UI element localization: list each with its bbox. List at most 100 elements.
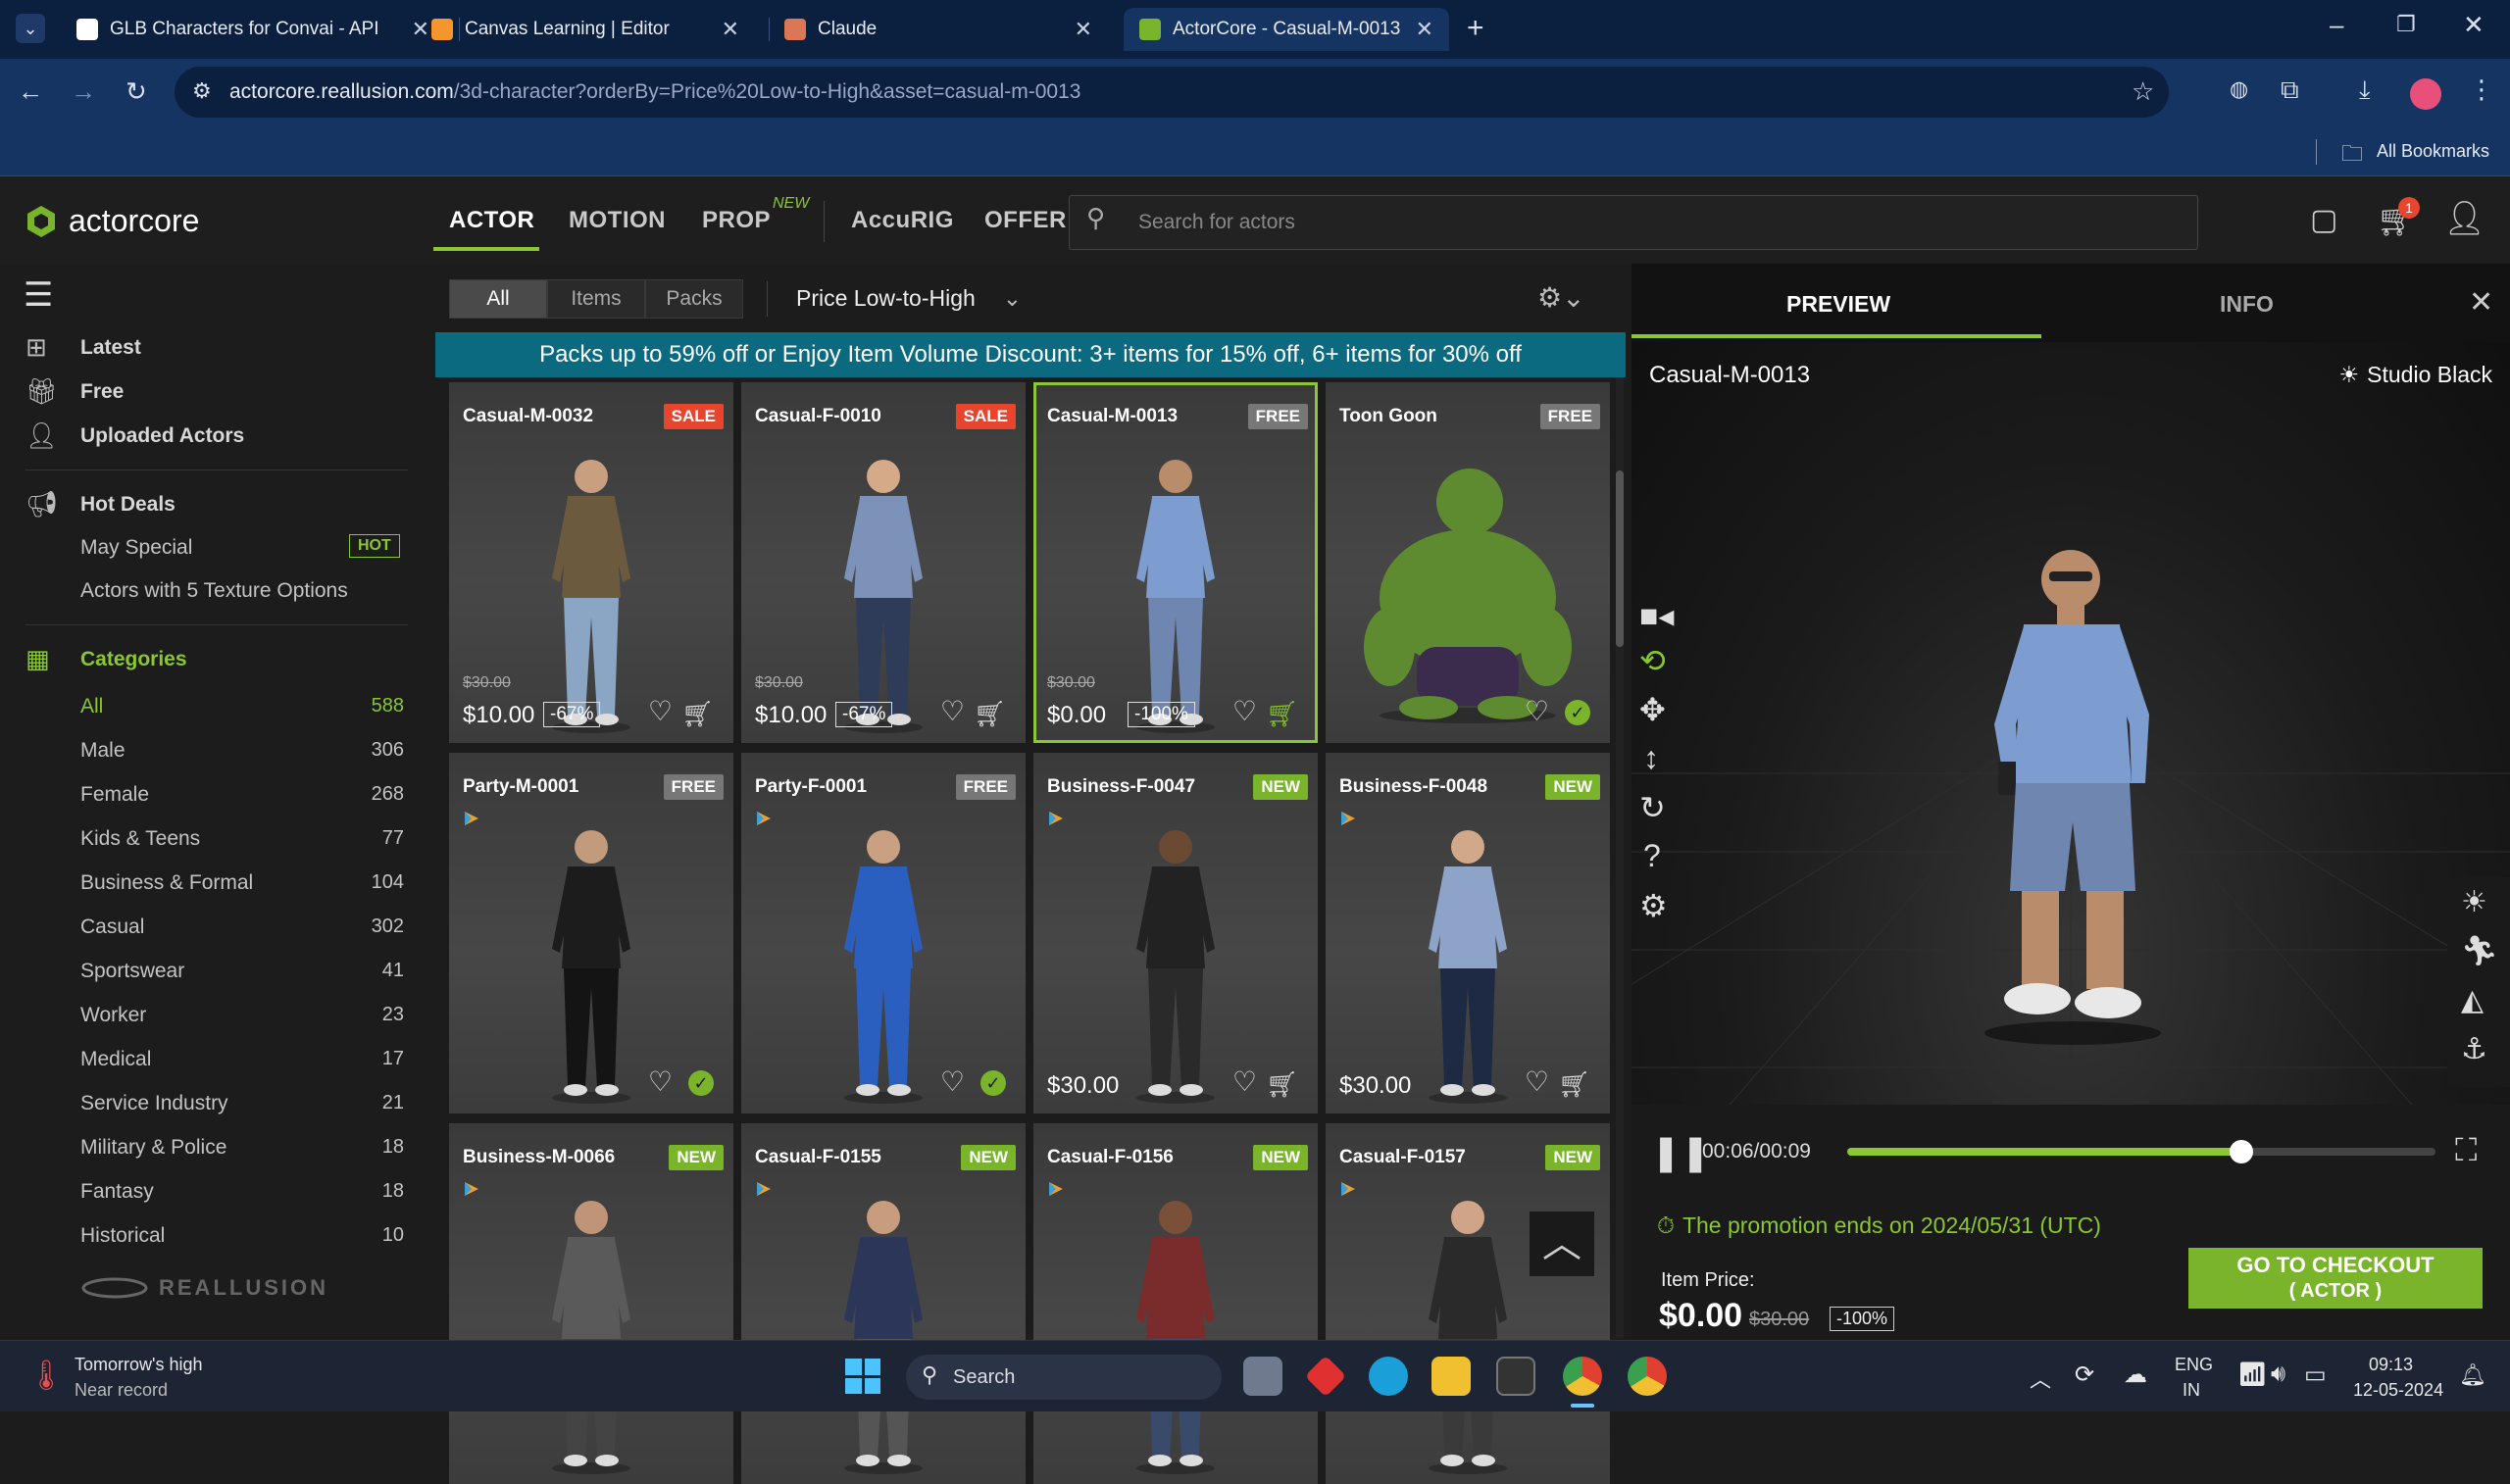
actor-card[interactable]: Business-M-0066 NEW (449, 1123, 733, 1484)
tab-preview[interactable]: PREVIEW (1786, 291, 1890, 318)
tab-info[interactable]: INFO (2220, 291, 2274, 318)
tab-close-icon[interactable]: ✕ (1075, 17, 1092, 42)
bookmark-star-icon[interactable]: ☆ (2132, 76, 2154, 107)
download-icon[interactable]: ⤓ (2359, 74, 2371, 106)
actor-card[interactable]: Casual-F-0010 SALE $30.00 $10.00 -67% ♡ 🛒︎ (741, 382, 1026, 743)
browser-tab[interactable]: Canvas Learning | Editor ✕ (416, 8, 755, 51)
actor-card[interactable]: Party-F-0001 FREE ♡ ✓ (741, 753, 1026, 1113)
category-item[interactable]: Historical (80, 1224, 165, 1248)
actor-card[interactable]: Casual-M-0032 SALE $30.00 $10.00 -67% ♡ 🛒︎ (449, 382, 733, 743)
task-view-icon[interactable] (1243, 1357, 1282, 1396)
chrome-icon[interactable] (1563, 1357, 1602, 1396)
tab-search-icon[interactable]: ⌄ (16, 14, 45, 43)
help-icon[interactable]: ? (1643, 838, 1661, 874)
sidebar-item-may-special[interactable]: May Special (80, 536, 192, 560)
category-item[interactable]: Service Industry (80, 1092, 228, 1115)
reload-icon[interactable]: ↻ (126, 76, 147, 107)
actor-card[interactable]: Casual-F-0155 NEW (741, 1123, 1026, 1484)
orbit-icon[interactable]: ⟲ (1639, 642, 1666, 679)
new-tab-icon[interactable]: + (1467, 12, 1484, 45)
search-input[interactable]: Search for actors (1069, 195, 2198, 250)
notification-bell-icon[interactable]: 🔔︎ (2459, 1362, 2486, 1388)
heart-icon[interactable]: ♡ (1232, 1065, 1257, 1098)
volume-icon[interactable]: 🔊︎ (2271, 1360, 2285, 1388)
add-to-cart-icon[interactable]: 🛒︎ (681, 699, 714, 729)
clock-date[interactable]: 12-05-2024 (2353, 1380, 2443, 1401)
filter-packs[interactable]: Packs (645, 279, 743, 319)
actor-card[interactable]: Business-F-0047 NEW $30.00 ♡ 🛒︎ (1033, 753, 1318, 1113)
vertical-move-icon[interactable]: ↕ (1643, 740, 1659, 776)
add-to-cart-icon[interactable]: 🛒︎ (1558, 1069, 1590, 1100)
tray-app-icon[interactable]: ☁ (2124, 1360, 2147, 1389)
category-item[interactable]: Worker (80, 1004, 146, 1027)
settings-gear-icon[interactable]: ⚙⌄ (1537, 281, 1585, 314)
language-line2[interactable]: IN (2183, 1380, 2200, 1401)
heart-icon[interactable]: ♡ (1525, 695, 1549, 727)
heart-icon[interactable]: ♡ (1232, 695, 1257, 727)
info-panel-icon[interactable]: ▢ (2310, 203, 2337, 237)
environment-selector[interactable]: ☀ Studio Black (2339, 362, 2492, 388)
wifi-icon[interactable]: 📶︎ (2237, 1360, 2267, 1389)
url-field[interactable]: ⚙ actorcore.reallusion.com/3d-character?… (175, 67, 2169, 118)
profile-avatar[interactable] (2410, 78, 2441, 110)
file-explorer-icon[interactable] (1431, 1357, 1471, 1396)
restore-icon[interactable]: ❐ (2396, 12, 2416, 37)
tab-close-icon[interactable]: ✕ (722, 17, 739, 42)
add-to-cart-icon[interactable]: 🛒︎ (974, 699, 1006, 729)
actor-card[interactable]: Casual-M-0013 FREE $30.00 $0.00 -100% ♡ 🛒︎ (1033, 382, 1318, 743)
ground-icon[interactable]: ⚓︎ (2461, 1032, 2487, 1066)
actor-card[interactable]: Casual-F-0156 NEW (1033, 1123, 1318, 1484)
browser-tab[interactable]: ActorCore - Casual-M-0013 - 3D ✕ (1124, 8, 1449, 51)
heart-icon[interactable]: ♡ (1525, 1065, 1549, 1098)
weather-line2[interactable]: Near record (75, 1380, 168, 1401)
close-window-icon[interactable]: ✕ (2463, 10, 2485, 40)
checkout-button[interactable]: GO TO CHECKOUT ( ACTOR ) (2188, 1248, 2483, 1309)
nav-accurig[interactable]: AccuRIG (851, 207, 954, 234)
add-to-cart-icon[interactable]: 🛒︎ (1266, 1069, 1298, 1100)
promo-banner[interactable]: Packs up to 59% off or Enjoy Item Volume… (435, 332, 1626, 377)
category-item[interactable]: Military & Police (80, 1136, 226, 1160)
filter-items[interactable]: Items (547, 279, 645, 319)
back-icon[interactable]: ← (18, 76, 43, 107)
minimize-icon[interactable]: – (2330, 10, 2343, 40)
edge-icon[interactable] (1369, 1357, 1408, 1396)
actor-card[interactable]: Casual-F-0157 NEW (1326, 1123, 1610, 1484)
weather-line1[interactable]: Tomorrow's high (75, 1355, 202, 1375)
taskbar-search[interactable]: ⚲ Search (906, 1355, 1222, 1400)
settings-icon[interactable]: ⚙ (1639, 887, 1668, 924)
chrome-profile-icon[interactable] (1628, 1357, 1667, 1396)
animation-icon[interactable]: 🏃︎ (2461, 934, 2498, 968)
progress-knob[interactable] (2230, 1140, 2253, 1163)
clock-time[interactable]: 09:13 (2369, 1355, 2413, 1375)
tab-close-icon[interactable]: ✕ (1416, 17, 1433, 42)
heart-icon[interactable]: ♡ (940, 695, 965, 727)
light-icon[interactable]: ☀ (2461, 885, 2487, 919)
actor-card[interactable]: Business-F-0048 NEW $30.00 ♡ 🛒︎ (1326, 753, 1610, 1113)
extension-icon[interactable]: ◍ (2230, 76, 2248, 102)
heart-icon[interactable]: ♡ (648, 1065, 673, 1098)
nav-motion[interactable]: MOTION (569, 207, 666, 234)
sidebar-item-uploaded-actors[interactable]: Uploaded Actors (80, 424, 244, 448)
category-item[interactable]: Fantasy (80, 1180, 154, 1204)
grid-scrollbar-thumb[interactable] (1616, 470, 1624, 647)
category-item[interactable]: All (80, 695, 103, 718)
hot-deals-heading[interactable]: Hot Deals (80, 493, 176, 517)
category-item[interactable]: Sportswear (80, 960, 184, 983)
add-to-cart-icon[interactable]: 🛒︎ (1266, 699, 1298, 729)
terminal-icon[interactable] (1496, 1357, 1535, 1396)
nav-prop[interactable]: PROP (702, 207, 771, 234)
progress-slider[interactable] (1847, 1140, 2435, 1163)
battery-icon[interactable]: ▭ (2304, 1360, 2327, 1389)
actorcore-logo[interactable]: actorcore (24, 203, 199, 239)
mirror-icon[interactable]: ◭ (2461, 983, 2484, 1017)
scroll-to-top-button[interactable]: ︿ (1530, 1212, 1594, 1276)
category-item[interactable]: Male (80, 739, 126, 763)
nav-actor[interactable]: ACTOR (449, 207, 534, 234)
sort-dropdown[interactable]: Price Low-to-High ⌄ (796, 285, 1022, 312)
move-icon[interactable]: ✥ (1639, 691, 1666, 728)
puzzle-icon[interactable]: ⧉ (2281, 74, 2299, 106)
language-line1[interactable]: ENG (2175, 1355, 2213, 1375)
sidebar-item-free[interactable]: Free (80, 380, 124, 404)
forward-icon[interactable]: → (71, 76, 96, 107)
heart-icon[interactable]: ♡ (648, 695, 673, 727)
